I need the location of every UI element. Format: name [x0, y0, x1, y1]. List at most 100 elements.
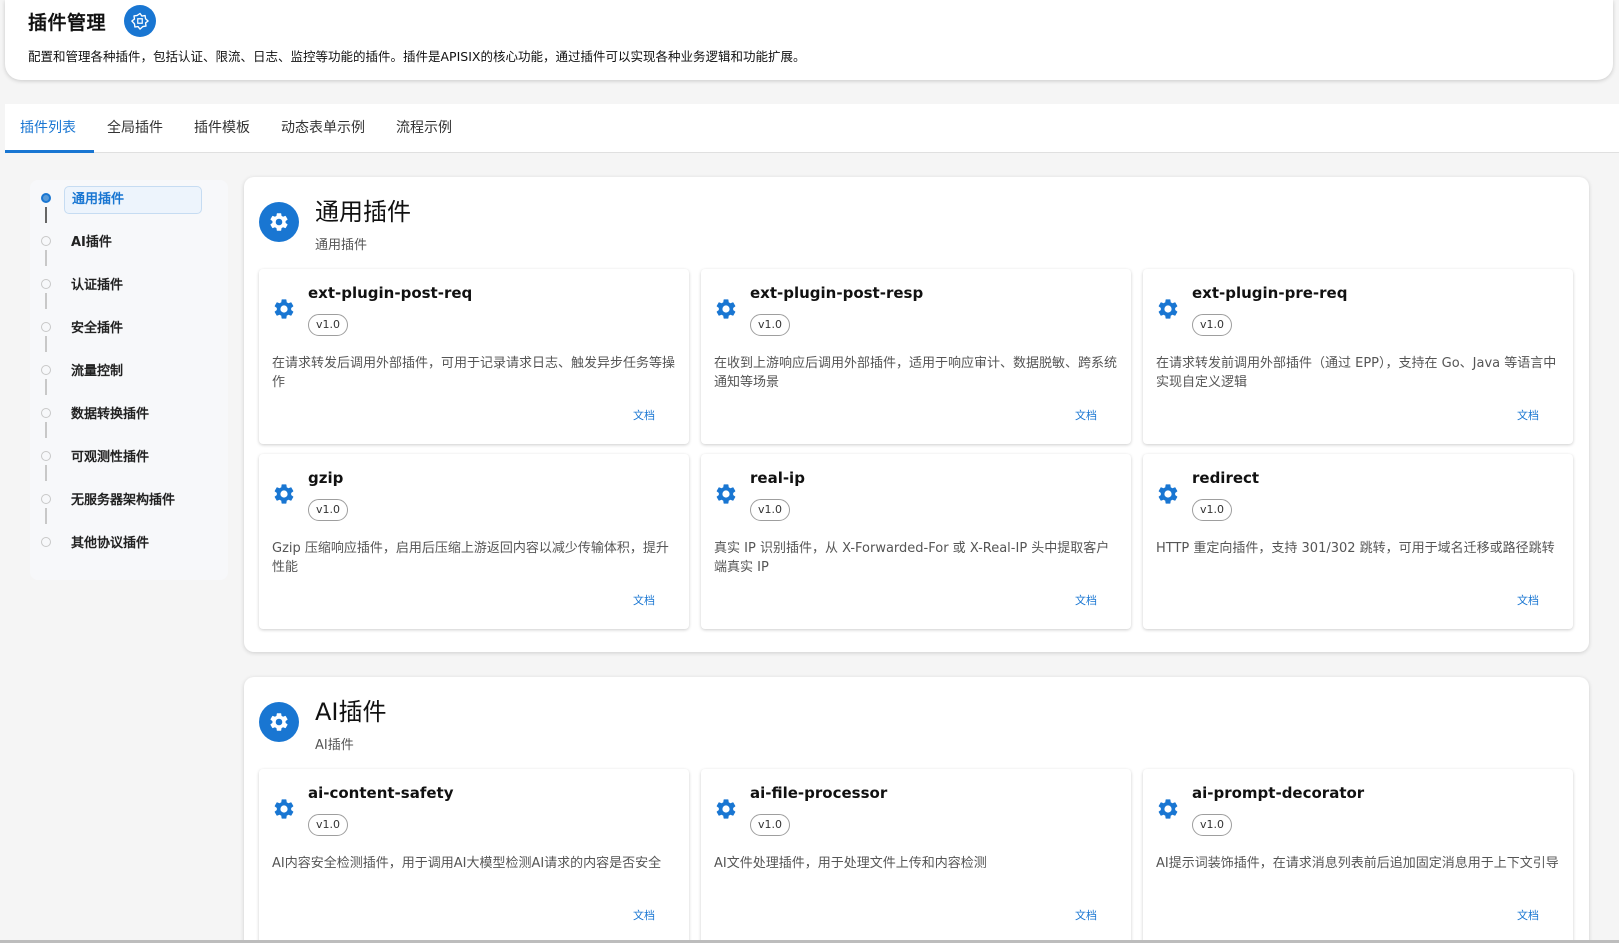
plugin-description: 在请求转发前调用外部插件（通过 EPP），支持在 Go、Java 等语言中实现自…: [1156, 356, 1557, 390]
header-title-row: 插件管理: [28, 5, 157, 37]
page-title: 插件管理: [28, 11, 107, 34]
step-connector: [45, 379, 47, 395]
tab-plugin-templates[interactable]: 插件模板: [179, 104, 265, 152]
plugin-card[interactable]: ai-prompt-decorator v1.0 AI提示词装饰插件，在请求消息…: [1143, 769, 1573, 943]
version-badge: v1.0: [750, 499, 791, 521]
step-connector: [45, 336, 47, 352]
section-subtitle: AI插件: [315, 738, 354, 753]
plugin-card[interactable]: ext-plugin-post-req v1.0 在请求转发后调用外部插件，可用…: [259, 269, 689, 444]
plugin-card[interactable]: ai-content-safety v1.0 AI内容安全检测插件，用于调用AI…: [259, 769, 689, 943]
section-subtitle: 通用插件: [315, 238, 368, 253]
plugin-card[interactable]: ext-plugin-pre-req v1.0 在请求转发前调用外部插件（通过 …: [1143, 269, 1573, 444]
gear-icon: [716, 484, 736, 504]
section-general-plugins: 通用插件 通用插件 ext-plugin-post-req v1.0 在请求转发…: [244, 177, 1589, 652]
sidebar-item-ai[interactable]: AI插件: [30, 229, 228, 266]
plugin-description: AI内容安全检测插件，用于调用AI大模型检测AI请求的内容是否安全: [272, 856, 662, 871]
page-header: 插件管理 配置和管理各种插件，包括认证、限流、日志、监控等功能的插件。插件是AP…: [5, 0, 1613, 80]
doc-link[interactable]: 文档: [1517, 592, 1539, 608]
plugin-card[interactable]: redirect v1.0 HTTP 重定向插件，支持 301/302 跳转，可…: [1143, 454, 1573, 629]
plugin-description: 在请求转发后调用外部插件，可用于记录请求日志、触发异步任务等操作: [272, 356, 676, 390]
page-description: 配置和管理各种插件，包括认证、限流、日志、监控等功能的插件。插件是APISIX的…: [28, 49, 806, 64]
version-badge: v1.0: [1192, 814, 1233, 836]
version-badge: v1.0: [750, 814, 791, 836]
doc-link[interactable]: 文档: [1075, 407, 1097, 423]
doc-link[interactable]: 文档: [1075, 592, 1097, 608]
sidebar-item-label[interactable]: AI插件: [64, 229, 119, 257]
doc-link[interactable]: 文档: [633, 407, 655, 423]
plugin-badge-icon: [124, 5, 157, 37]
sidebar-item-label[interactable]: 无服务器架构插件: [64, 487, 182, 515]
version-badge: v1.0: [750, 314, 791, 336]
sidebar-item-label[interactable]: 认证插件: [64, 272, 130, 300]
category-sidebar: 通用插件 AI插件 认证插件 安全插件 流量控制 数据转换插件 可观测性插件 无…: [30, 180, 228, 580]
step-dot-icon: [41, 365, 51, 375]
sidebar-item-label[interactable]: 数据转换插件: [64, 401, 156, 429]
version-badge: v1.0: [308, 499, 349, 521]
gear-icon: [1158, 799, 1178, 819]
plugin-description: 真实 IP 识别插件，从 X-Forwarded-For 或 X-Real-IP…: [714, 541, 1110, 575]
gear-icon: [716, 799, 736, 819]
plugin-description: 在收到上游响应后调用外部插件，适用于响应审计、数据脱敏、跨系统通知等场景: [714, 356, 1118, 390]
step-connector: [45, 508, 47, 524]
sidebar-item-general[interactable]: 通用插件: [30, 186, 228, 223]
plugin-name: ai-content-safety: [308, 784, 454, 802]
version-badge: v1.0: [308, 314, 349, 336]
section-title: 通用插件: [315, 198, 411, 226]
step-connector: [45, 293, 47, 309]
version-badge: v1.0: [1192, 499, 1233, 521]
sidebar-item-other-protocols[interactable]: 其他协议插件: [30, 530, 228, 560]
step-dot-icon: [41, 494, 51, 504]
plugin-description: AI提示词装饰插件，在请求消息列表前后追加固定消息用于上下文引导: [1156, 856, 1559, 871]
sidebar-item-label[interactable]: 可观测性插件: [64, 444, 156, 472]
step-dot-icon: [41, 279, 51, 289]
doc-link[interactable]: 文档: [1517, 407, 1539, 423]
plugin-name: ext-plugin-post-resp: [750, 284, 924, 302]
plugin-card[interactable]: ai-file-processor v1.0 AI文件处理插件，用于处理文件上传…: [701, 769, 1131, 943]
plugin-description: HTTP 重定向插件，支持 301/302 跳转，可用于域名迁移或路径跳转: [1156, 541, 1555, 556]
plugin-card[interactable]: ext-plugin-post-resp v1.0 在收到上游响应后调用外部插件…: [701, 269, 1131, 444]
sidebar-item-label[interactable]: 流量控制: [64, 358, 130, 386]
doc-link[interactable]: 文档: [1517, 907, 1539, 923]
step-connector: [45, 207, 47, 223]
plugin-name: ai-prompt-decorator: [1192, 784, 1365, 802]
sidebar-item-label[interactable]: 通用插件: [64, 186, 202, 214]
gear-icon: [716, 299, 736, 319]
plugin-card[interactable]: gzip v1.0 Gzip 压缩响应插件，启用后压缩上游返回内容以减少传输体积…: [259, 454, 689, 629]
version-badge: v1.0: [308, 814, 349, 836]
doc-link[interactable]: 文档: [633, 907, 655, 923]
sidebar-item-label[interactable]: 其他协议插件: [64, 530, 156, 558]
doc-link[interactable]: 文档: [1075, 907, 1097, 923]
doc-link[interactable]: 文档: [633, 592, 655, 608]
gear-icon: [1158, 299, 1178, 319]
plugin-name: gzip: [308, 469, 344, 487]
plugin-name: redirect: [1192, 469, 1260, 487]
tab-plugin-list[interactable]: 插件列表: [5, 104, 91, 152]
plugin-name: ext-plugin-pre-req: [1192, 284, 1348, 302]
step-dot-icon: [41, 193, 51, 203]
plugin-description: AI文件处理插件，用于处理文件上传和内容检测: [714, 856, 987, 871]
step-connector: [45, 250, 47, 266]
sidebar-item-label[interactable]: 安全插件: [64, 315, 130, 343]
step-dot-icon: [41, 236, 51, 246]
sidebar-item-transformation[interactable]: 数据转换插件: [30, 401, 228, 438]
tabs-bar: 插件列表 全局插件 插件模板 动态表单示例 流程示例: [5, 104, 1619, 153]
step-connector: [45, 465, 47, 481]
sidebar-item-observability[interactable]: 可观测性插件: [30, 444, 228, 481]
gear-icon: [274, 799, 294, 819]
gear-icon: [259, 202, 299, 242]
plugin-description: Gzip 压缩响应插件，启用后压缩上游返回内容以减少传输体积，提升性能: [272, 541, 669, 575]
plugin-name: real-ip: [750, 469, 805, 487]
sidebar-item-serverless[interactable]: 无服务器架构插件: [30, 487, 228, 524]
sidebar-item-traffic[interactable]: 流量控制: [30, 358, 228, 395]
gear-icon: [274, 484, 294, 504]
sidebar-item-auth[interactable]: 认证插件: [30, 272, 228, 309]
tab-flow-example[interactable]: 流程示例: [381, 104, 467, 152]
tab-dynamic-form-example[interactable]: 动态表单示例: [266, 104, 380, 152]
plugin-card[interactable]: real-ip v1.0 真实 IP 识别插件，从 X-Forwarded-Fo…: [701, 454, 1131, 629]
sidebar-item-security[interactable]: 安全插件: [30, 315, 228, 352]
tab-global-plugins[interactable]: 全局插件: [92, 104, 178, 152]
step-dot-icon: [41, 408, 51, 418]
step-dot-icon: [41, 322, 51, 332]
gear-icon: [274, 299, 294, 319]
gear-icon: [259, 702, 299, 742]
